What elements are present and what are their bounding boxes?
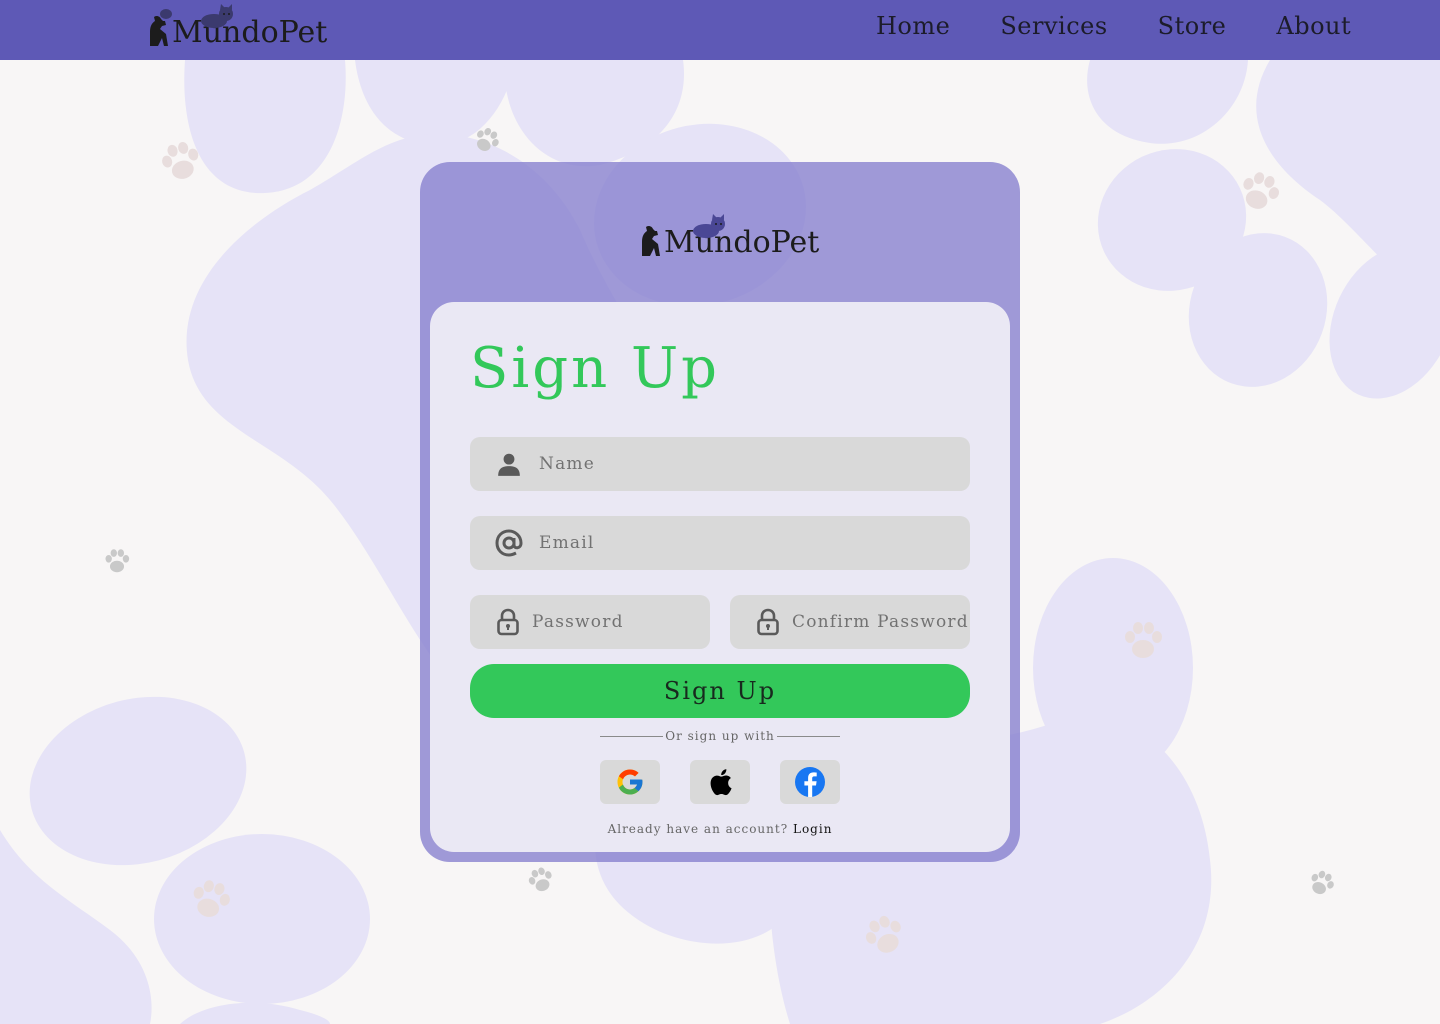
divider-text: Or sign up with (665, 729, 775, 743)
paw-print-icon (1243, 172, 1279, 209)
paw-print-icon (1125, 622, 1162, 658)
cat-silhouette-icon (693, 214, 725, 238)
paw-print-icon (865, 915, 901, 953)
at-sign-icon (494, 528, 524, 558)
person-icon (494, 449, 524, 479)
apple-signup-button[interactable] (690, 760, 750, 804)
google-icon (617, 769, 643, 795)
lock-icon (496, 607, 520, 637)
divider-line (600, 735, 664, 737)
confirm-password-field[interactable] (730, 595, 1012, 649)
apple-icon (710, 769, 732, 796)
lock-icon (756, 607, 780, 637)
card-brand-name: MundoPet (664, 225, 820, 260)
password-field[interactable] (470, 595, 752, 649)
email-input[interactable] (539, 516, 970, 570)
paw-print-icon (105, 549, 130, 573)
social-divider: Or sign up with (600, 728, 840, 744)
name-field[interactable] (470, 437, 970, 491)
brand-logo[interactable]: MundoPet (146, 4, 327, 48)
signup-button[interactable]: Sign Up (470, 664, 970, 718)
dog-cat-logo-icon (150, 9, 172, 47)
cat-silhouette-icon (201, 4, 233, 28)
nav-home[interactable]: Home (876, 12, 950, 40)
nav-store[interactable]: Store (1158, 12, 1227, 40)
facebook-signup-button[interactable] (780, 760, 840, 804)
signup-card: MundoPet Sign Up Sig (420, 162, 1020, 862)
paw-print-icon (1311, 870, 1334, 895)
password-input[interactable] (532, 595, 752, 649)
paw-print-icon (162, 141, 199, 179)
signup-form-panel: Sign Up Sign Up (430, 302, 1012, 852)
brand-name: MundoPet (172, 15, 328, 50)
nav-services[interactable]: Services (1000, 12, 1107, 40)
divider-line (776, 735, 840, 737)
paw-print-icon (193, 880, 230, 917)
login-prompt: Already have an account? Login (430, 822, 1010, 836)
email-field[interactable] (470, 516, 970, 570)
nav-links: Home Services Store About (876, 12, 1351, 40)
form-title: Sign Up (470, 336, 721, 401)
login-prompt-text: Already have an account? (607, 822, 789, 836)
nav-about[interactable]: About (1276, 12, 1351, 40)
paw-print-icon (477, 127, 499, 151)
login-link[interactable]: Login (793, 822, 832, 836)
facebook-icon (795, 767, 825, 797)
name-input[interactable] (539, 437, 970, 491)
card-brand-logo: MundoPet (638, 212, 819, 258)
dog-cat-logo-icon (642, 225, 660, 256)
paw-print-icon (528, 867, 552, 892)
google-signup-button[interactable] (600, 760, 660, 804)
confirm-password-input[interactable] (792, 595, 1012, 649)
navbar: MundoPet Home Services Store About (0, 0, 1440, 60)
